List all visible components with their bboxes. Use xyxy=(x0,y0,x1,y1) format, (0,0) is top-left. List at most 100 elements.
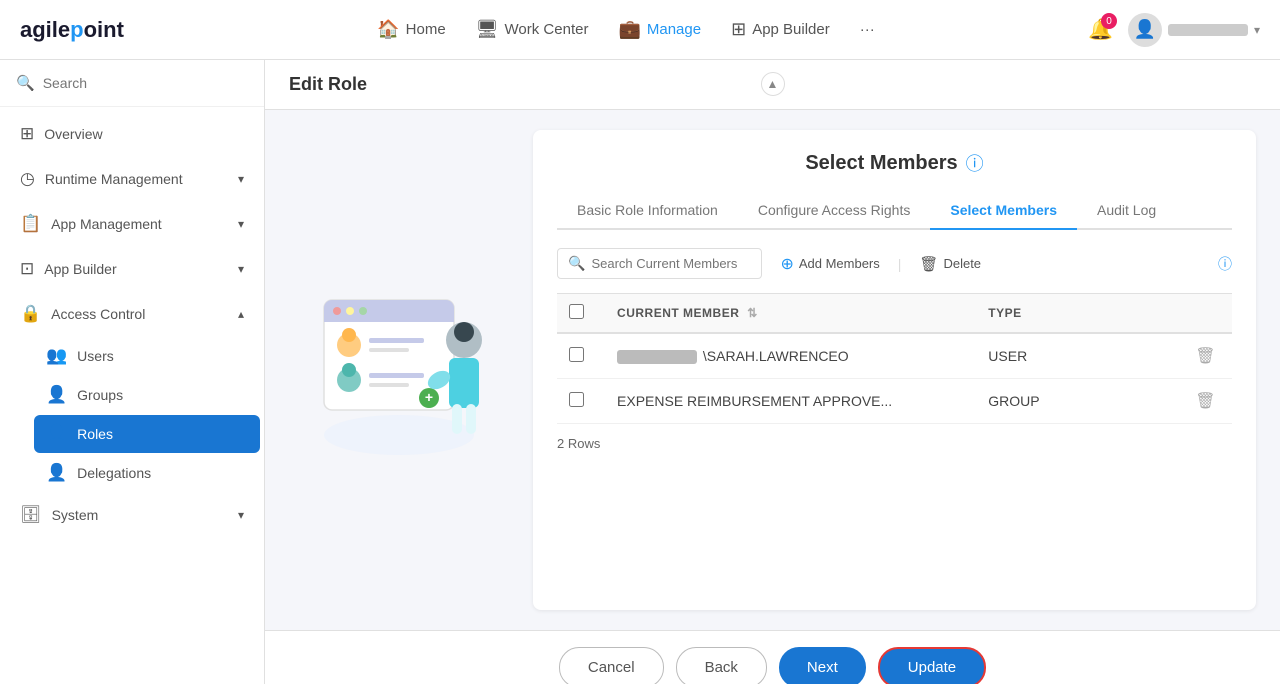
sidebar-section-main: ⊞ Overview ◷ Runtime Management ▾ 📋 App … xyxy=(0,107,264,542)
toolbar-info-icon[interactable]: ⓘ xyxy=(1218,254,1232,274)
col-action-header xyxy=(1179,294,1232,334)
back-button[interactable]: Back xyxy=(676,647,767,684)
nav-home-label: Home xyxy=(406,21,446,38)
delete-label: Delete xyxy=(943,256,981,271)
tab-audit-log[interactable]: Audit Log xyxy=(1077,192,1176,230)
sidebar-item-roles[interactable]: 👤 Roles xyxy=(34,415,260,453)
svg-text:+: + xyxy=(425,389,433,405)
nav-manage[interactable]: 💼 Manage xyxy=(618,19,701,40)
chevron-right-icon: ▾ xyxy=(238,172,244,186)
col-member-header: CURRENT MEMBER ⇅ xyxy=(605,294,976,334)
sidebar-item-delegations[interactable]: 👤 Delegations xyxy=(34,454,260,492)
user-avatar-area[interactable]: 👤 ▾ xyxy=(1128,13,1260,47)
sidebar-item-overview[interactable]: ⊞ Overview xyxy=(4,112,260,156)
members-table: CURRENT MEMBER ⇅ TYPE xyxy=(557,293,1232,424)
panel-title: Select Members xyxy=(805,152,957,175)
row1-checkbox[interactable] xyxy=(569,347,584,362)
update-button[interactable]: Update xyxy=(878,647,986,684)
row2-delete-icon[interactable]: 🗑 xyxy=(1195,393,1215,410)
nav-more[interactable]: ··· xyxy=(860,21,875,38)
chevron-down-icon: ▾ xyxy=(1254,23,1260,37)
manage-icon: 💼 xyxy=(618,19,640,40)
sidebar-collapse-button[interactable]: ▲ xyxy=(761,72,785,96)
nav-appbuilder[interactable]: ⊞ App Builder xyxy=(731,19,830,40)
row2-checkbox-cell[interactable] xyxy=(557,379,605,424)
top-navigation: agilepoint 🏠 Home 🖥 Work Center 💼 Manage… xyxy=(0,0,1280,60)
sidebar-item-label-users: Users xyxy=(77,348,248,364)
tab-basic-role[interactable]: Basic Role Information xyxy=(557,192,738,230)
sidebar-item-runtime[interactable]: ◷ Runtime Management ▾ xyxy=(4,157,260,201)
edit-role-body: + Select Members ⓘ xyxy=(265,110,1280,630)
overview-icon: ⊞ xyxy=(20,124,34,144)
nav-manage-label: Manage xyxy=(647,21,701,38)
sidebar-item-app-mgmt[interactable]: 📋 App Management ▾ xyxy=(4,202,260,246)
page-title: Edit Role xyxy=(289,74,367,94)
sidebar-item-label-app-mgmt: App Management xyxy=(51,216,228,232)
table-header: CURRENT MEMBER ⇅ TYPE xyxy=(557,294,1232,334)
sidebar-sub-items: 👥 Users 👤 Groups 👤 Roles 👤 Delegations xyxy=(0,337,264,492)
info-icon[interactable]: ⓘ xyxy=(966,150,984,176)
row1-type: USER xyxy=(976,333,1179,379)
sidebar-item-app-builder[interactable]: ⊡ App Builder ▾ xyxy=(4,247,260,291)
chevron-right-icon-2: ▾ xyxy=(238,217,244,231)
sidebar-item-label-access-control: Access Control xyxy=(51,306,228,322)
nav-workcenter-label: Work Center xyxy=(505,21,589,38)
search-members-input[interactable] xyxy=(591,256,751,271)
tab-select-members[interactable]: Select Members xyxy=(930,192,1077,230)
row1-delete-icon[interactable]: 🗑 xyxy=(1195,348,1215,365)
sidebar-item-access-control[interactable]: 🔒 Access Control ▴ xyxy=(4,292,260,336)
access-control-icon: 🔒 xyxy=(20,304,41,324)
col-type-label: TYPE xyxy=(988,306,1021,320)
search-input[interactable] xyxy=(43,75,248,91)
table-row: \SARAH.LAWRENCEO USER 🗑 xyxy=(557,333,1232,379)
search-members-icon: 🔍 xyxy=(568,255,585,272)
col-select-all[interactable] xyxy=(557,294,605,334)
row1-action[interactable]: 🗑 xyxy=(1179,333,1232,379)
app-builder-icon: ⊡ xyxy=(20,259,34,279)
search-members-box[interactable]: 🔍 xyxy=(557,248,762,279)
members-toolbar: 🔍 ⊕ Add Members | 🗑 Delete ⓘ xyxy=(557,248,1232,279)
notification-button[interactable]: 🔔 0 xyxy=(1088,17,1113,42)
nav-workcenter[interactable]: 🖥 Work Center xyxy=(476,19,589,40)
nav-items: 🏠 Home 🖥 Work Center 💼 Manage ⊞ App Buil… xyxy=(164,19,1088,40)
cancel-button[interactable]: Cancel xyxy=(559,647,664,684)
add-icon: ⊕ xyxy=(780,254,793,274)
col-type-header: TYPE xyxy=(976,294,1179,334)
row1-member: \SARAH.LAWRENCEO xyxy=(605,333,976,379)
nav-right: 🔔 0 👤 ▾ xyxy=(1088,13,1260,47)
table-body: \SARAH.LAWRENCEO USER 🗑 EXPENSE REIMB xyxy=(557,333,1232,424)
groups-icon: 👤 xyxy=(46,385,67,405)
search-box[interactable]: 🔍 xyxy=(0,60,264,107)
row1-member-blurred xyxy=(617,350,697,364)
sidebar-item-label-roles: Roles xyxy=(77,426,248,442)
delete-icon: 🗑 xyxy=(919,255,938,273)
add-members-label: Add Members xyxy=(799,256,880,271)
add-members-button[interactable]: ⊕ Add Members xyxy=(778,250,881,278)
appbuilder-icon: ⊞ xyxy=(731,19,746,40)
sidebar-item-label-delegations: Delegations xyxy=(77,465,248,481)
nav-home[interactable]: 🏠 Home xyxy=(377,19,445,40)
row1-checkbox-cell[interactable] xyxy=(557,333,605,379)
sidebar: 🔍 ⊞ Overview ◷ Runtime Management ▾ 📋 Ap… xyxy=(0,60,265,684)
select-all-checkbox[interactable] xyxy=(569,304,584,319)
avatar: 👤 xyxy=(1128,13,1162,47)
sidebar-item-label-app-builder: App Builder xyxy=(44,261,228,277)
tab-configure[interactable]: Configure Access Rights xyxy=(738,192,931,230)
delegations-icon: 👤 xyxy=(46,463,67,483)
row2-checkbox[interactable] xyxy=(569,392,584,407)
tab-bar: Basic Role Information Configure Access … xyxy=(557,192,1232,230)
search-icon: 🔍 xyxy=(16,74,35,92)
row2-action[interactable]: 🗑 xyxy=(1179,379,1232,424)
sidebar-item-groups[interactable]: 👤 Groups xyxy=(34,376,260,414)
home-icon: 🏠 xyxy=(377,19,399,40)
main-layout: 🔍 ⊞ Overview ◷ Runtime Management ▾ 📋 Ap… xyxy=(0,60,1280,684)
delete-button[interactable]: 🗑 Delete xyxy=(917,251,983,277)
sidebar-item-users[interactable]: 👥 Users xyxy=(34,337,260,375)
app-mgmt-icon: 📋 xyxy=(20,214,41,234)
next-button[interactable]: Next xyxy=(779,647,866,684)
users-icon: 👥 xyxy=(46,346,67,366)
sidebar-item-system[interactable]: 🗄 System ▾ xyxy=(4,493,260,537)
illustration-panel: + xyxy=(289,130,509,610)
sort-icon[interactable]: ⇅ xyxy=(747,306,758,320)
runtime-icon: ◷ xyxy=(20,169,35,189)
